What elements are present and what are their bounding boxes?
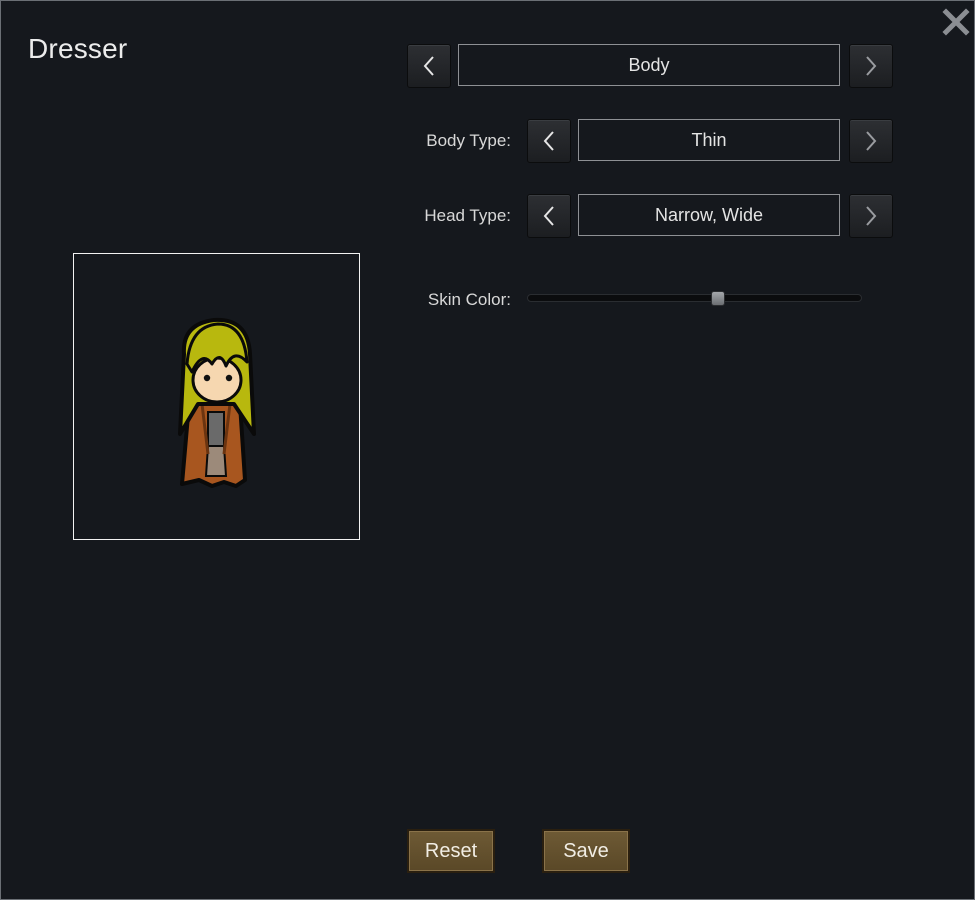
head-type-prev-button[interactable] — [527, 194, 571, 238]
body-type-label: Body Type: — [426, 131, 511, 150]
chevron-left-icon — [543, 206, 554, 226]
skin-color-slider[interactable] — [527, 294, 862, 302]
skin-color-label: Skin Color: — [427, 290, 511, 309]
dresser-window: Dresser Body Body Type: Thin Head Type: … — [0, 0, 975, 900]
chevron-right-icon — [866, 56, 877, 76]
head-type-value: Narrow, Wide — [578, 194, 840, 236]
skin-color-slider-handle[interactable] — [710, 291, 725, 306]
category-prev-button[interactable] — [407, 44, 451, 88]
head-type-label: Head Type: — [424, 206, 511, 225]
save-button[interactable]: Save — [542, 829, 630, 873]
body-type-value: Thin — [578, 119, 840, 161]
category-value: Body — [458, 44, 840, 86]
character-preview — [73, 253, 360, 540]
close-icon — [942, 8, 970, 36]
category-next-button[interactable] — [849, 44, 893, 88]
chevron-left-icon — [543, 131, 554, 151]
chevron-right-icon — [866, 131, 877, 151]
chevron-right-icon — [866, 206, 877, 226]
chevron-left-icon — [423, 56, 434, 76]
body-type-prev-button[interactable] — [527, 119, 571, 163]
close-button[interactable] — [939, 5, 973, 39]
pawn-portrait — [178, 317, 256, 488]
body-type-next-button[interactable] — [849, 119, 893, 163]
reset-button[interactable]: Reset — [407, 829, 495, 873]
head-type-next-button[interactable] — [849, 194, 893, 238]
window-title: Dresser — [28, 33, 128, 64]
